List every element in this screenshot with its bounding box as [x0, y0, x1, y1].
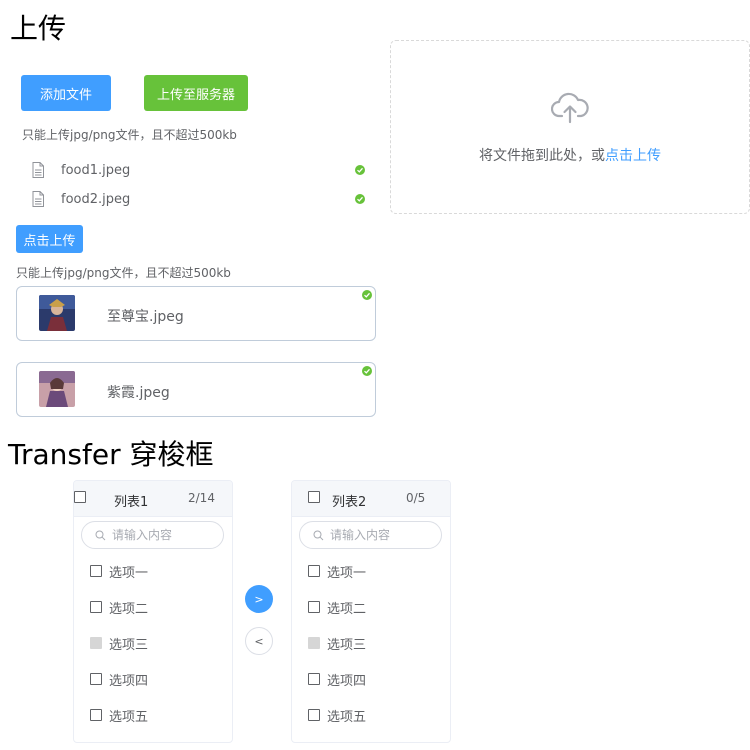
upload-to-server-button[interactable]: 上传至服务器	[144, 75, 248, 111]
item-label: 选项一	[327, 566, 367, 581]
item-checkbox[interactable]	[308, 673, 320, 685]
item-checkbox[interactable]	[90, 709, 102, 721]
picture-file-name: 至尊宝.jpeg	[107, 309, 184, 325]
success-check-icon	[355, 165, 365, 175]
item-label: 选项三	[109, 638, 149, 653]
search-input[interactable]	[112, 527, 217, 543]
transfer-panel-header: 列表1 2/14	[74, 481, 232, 517]
item-label: 选项一	[109, 566, 149, 581]
transfer-panel-right: 列表2 0/5 选项一 选项二 选项三 选项四 选项五	[291, 480, 451, 743]
item-label: 选项四	[109, 674, 149, 689]
upload-dropzone[interactable]: 将文件拖到此处，或点击上传	[390, 40, 750, 214]
transfer-item[interactable]: 选项一	[292, 559, 450, 583]
transfer-item[interactable]: 选项四	[74, 667, 232, 691]
transfer-item[interactable]: 选项四	[292, 667, 450, 691]
thumbnail-image	[39, 371, 75, 407]
file-name: food2.jpeg	[61, 191, 131, 207]
item-label: 选项五	[327, 710, 367, 725]
document-icon	[32, 191, 44, 207]
dropzone-click-upload-link[interactable]: 点击上传	[605, 148, 661, 164]
transfer-panel-header: 列表2 0/5	[292, 481, 450, 517]
panel-title: 列表2	[332, 495, 367, 510]
transfer-item[interactable]: 选项五	[74, 703, 232, 727]
transfer-item[interactable]: 选项二	[292, 595, 450, 619]
item-checkbox-disabled	[308, 637, 320, 649]
transfer-item[interactable]: 选项一	[74, 559, 232, 583]
panel-count: 2/14	[188, 491, 215, 505]
upload-section-title: 上传	[10, 12, 67, 45]
transfer-item-disabled: 选项三	[74, 631, 232, 655]
success-check-icon	[362, 290, 372, 300]
success-check-icon	[355, 194, 365, 204]
file-list-item[interactable]: food2.jpeg	[30, 188, 370, 210]
transfer-item-disabled: 选项三	[292, 631, 450, 655]
item-label: 选项五	[109, 710, 149, 725]
thumbnail-image	[39, 295, 75, 331]
item-label: 选项三	[327, 638, 367, 653]
upload-cloud-icon	[551, 92, 589, 124]
file-name: food1.jpeg	[61, 162, 131, 178]
select-all-checkbox[interactable]	[308, 491, 320, 503]
search-box	[299, 521, 442, 549]
item-checkbox[interactable]	[308, 709, 320, 721]
item-checkbox[interactable]	[90, 601, 102, 613]
search-box	[81, 521, 224, 549]
click-upload-button[interactable]: 点击上传	[16, 225, 83, 253]
transfer-to-right-button[interactable]: >	[245, 585, 273, 613]
picture-file-name: 紫霞.jpeg	[107, 385, 170, 401]
item-checkbox[interactable]	[90, 673, 102, 685]
item-checkbox[interactable]	[90, 565, 102, 577]
panel-count: 0/5	[406, 491, 426, 505]
search-icon	[313, 530, 324, 541]
transfer-item[interactable]: 选项二	[74, 595, 232, 619]
item-checkbox-disabled	[90, 637, 102, 649]
file-list-item[interactable]: food1.jpeg	[30, 159, 370, 181]
panel-title: 列表1	[114, 495, 149, 510]
item-label: 选项二	[327, 602, 367, 617]
transfer-item[interactable]: 选项五	[292, 703, 450, 727]
dropzone-hint: 将文件拖到此处，或	[479, 148, 605, 164]
upload-tip-2: 只能上传jpg/png文件，且不超过500kb	[16, 266, 231, 280]
search-input[interactable]	[330, 527, 435, 543]
search-icon	[95, 530, 106, 541]
item-checkbox[interactable]	[308, 565, 320, 577]
picture-list-item[interactable]: 紫霞.jpeg	[16, 362, 376, 417]
picture-list-item[interactable]: 至尊宝.jpeg	[16, 286, 376, 341]
item-label: 选项四	[327, 674, 367, 689]
select-all-checkbox[interactable]	[74, 491, 86, 503]
upload-tip: 只能上传jpg/png文件，且不超过500kb	[22, 128, 237, 142]
transfer-section-title: Transfer 穿梭框	[8, 438, 214, 471]
success-check-icon	[362, 366, 372, 376]
item-checkbox[interactable]	[308, 601, 320, 613]
item-label: 选项二	[109, 602, 149, 617]
transfer-to-left-button[interactable]: <	[245, 627, 273, 655]
add-file-button[interactable]: 添加文件	[21, 75, 111, 111]
document-icon	[32, 162, 44, 178]
dropzone-text: 将文件拖到此处，或点击上传	[391, 145, 749, 165]
transfer-panel-left: 列表1 2/14 选项一 选项二 选项三 选项四 选项五	[73, 480, 233, 743]
